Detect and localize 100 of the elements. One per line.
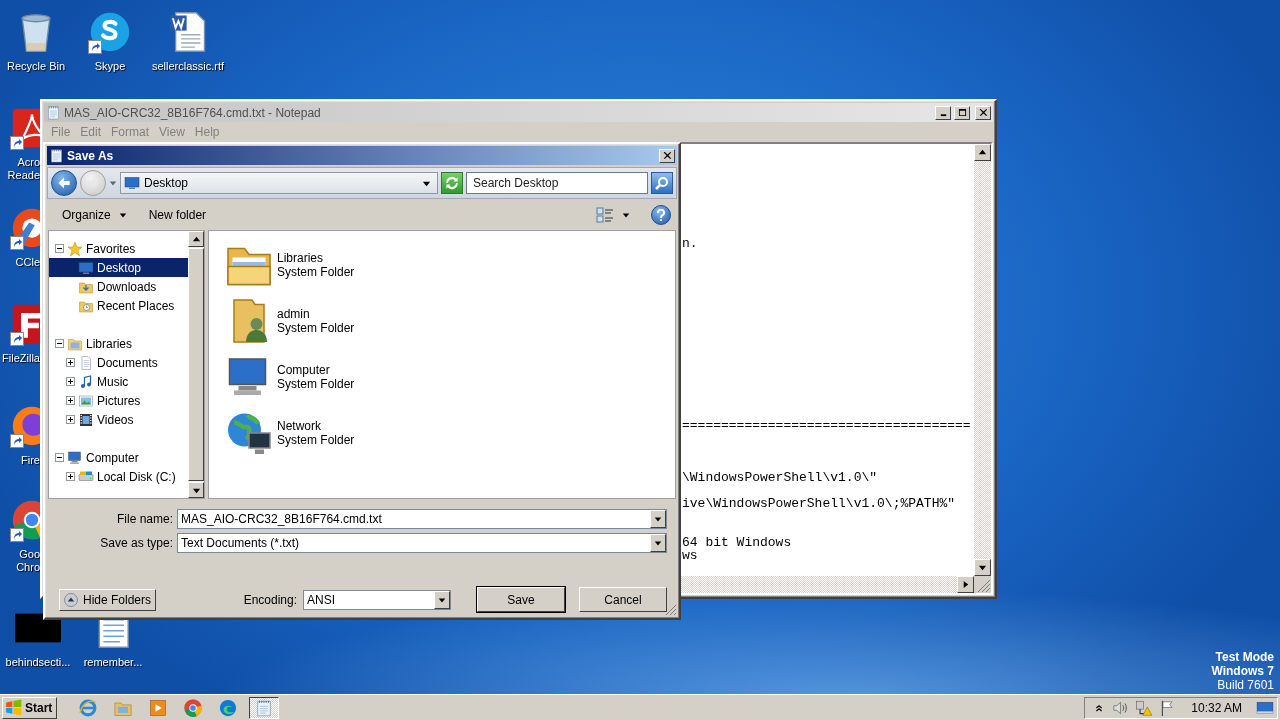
file-name-field[interactable]: MAS_AIO-CRC32_8B16F764.cmd.txt [177,509,667,529]
toolbar-button[interactable]: New folder [139,202,216,227]
film-icon [78,411,94,428]
expand-icon[interactable] [66,472,75,481]
tree-item[interactable]: Favorites [49,239,188,258]
scroll-up-button[interactable] [974,144,991,161]
tree-item[interactable]: Recent Places [49,296,188,315]
expand-icon[interactable] [66,358,75,367]
search-field[interactable]: Search Desktop [466,172,648,194]
system-notice-text: Windows 7 [1211,664,1274,678]
folder-item[interactable]: Network System Folder [225,405,485,461]
help-icon [656,208,666,221]
tree-item[interactable]: Desktop [49,258,188,277]
text-line: ws [682,549,699,562]
refresh-icon [445,176,459,190]
windows-flag-icon [5,698,23,717]
dropdown-button[interactable] [650,510,666,528]
collapse-icon[interactable] [55,339,64,348]
desktop-icon-label[interactable]: remember... [83,656,143,669]
field-label: File name: [115,512,173,526]
close-button[interactable] [659,148,675,163]
taskbar-window-button[interactable] [249,696,280,719]
toolbar-button[interactable]: Organize [53,202,136,227]
dropdown-button[interactable] [650,534,666,552]
vertical-scrollbar[interactable] [188,231,204,498]
expand-icon[interactable] [66,377,75,386]
field-label: Encoding: [243,592,297,607]
maximize-button[interactable] [954,105,970,120]
resize-grip-icon[interactable] [665,604,677,616]
desktop-icon-label[interactable]: Fire [0,454,40,467]
vertical-scrollbar[interactable] [974,144,991,576]
desktop-icon-label[interactable]: behindsecti... [5,656,71,669]
monitor-icon [78,259,94,276]
notepad-icon [46,105,61,120]
search-icon [655,176,669,190]
scroll-up-button[interactable] [188,231,204,247]
file-type-dropdown[interactable]: Text Documents (*.txt) [177,533,667,553]
desktop-icon-label[interactable]: FileZilla [0,352,40,365]
monitor-icon [124,175,140,191]
hide-folders-button[interactable]: Hide Folders [59,588,157,611]
tree-item[interactable]: Pictures [49,391,188,410]
scroll-right-button[interactable] [957,576,974,593]
text-line: n. [682,237,699,250]
address-field[interactable]: Desktop [120,172,438,194]
start-button[interactable]: Start [2,696,58,719]
star-icon [67,240,83,257]
caret-icon [654,539,662,547]
tree-item[interactable]: Videos [49,410,188,429]
folder-item[interactable]: admin System Folder [225,293,485,349]
clock[interactable]: 10:32 AM [1191,700,1242,715]
network-warning-icon[interactable] [1135,698,1154,717]
minimize-button[interactable] [935,105,951,120]
tree-item[interactable]: Computer [49,448,188,467]
system-notice-text: Test Mode [1215,650,1274,664]
system-notice-text: Build 7601 [1217,678,1274,692]
desktop-icon-label[interactable]: Recycle Bin [6,60,66,73]
field-label: Save as type: [99,536,173,550]
tree-item[interactable]: Documents [49,353,188,372]
caret-icon [654,515,662,523]
tree-item[interactable]: Music [49,372,188,391]
pictures-icon [78,392,94,409]
text-line: ive\WindowsPowerShell\v1.0\;%PATH%" [682,497,957,510]
refresh-button[interactable] [441,172,463,194]
up-arrow-icon [191,234,201,244]
resize-grip-icon[interactable] [974,576,991,593]
desktop-icon-label[interactable]: Skype [94,60,126,73]
scroll-down-button[interactable] [974,559,991,576]
folder-item[interactable]: Computer System Folder [225,349,485,405]
dropdown-button[interactable] [434,590,450,609]
expand-icon[interactable] [66,396,75,405]
desktop-icon-label[interactable]: Acro Reade [0,156,40,182]
help-button[interactable] [651,204,671,225]
documents-icon [78,354,94,371]
back-button[interactable] [51,170,77,196]
scroll-down-button[interactable] [188,482,204,498]
close-icon [662,151,672,160]
expand-icon[interactable] [66,415,75,424]
right-arrow-icon [961,580,970,589]
desktop-icon-label[interactable]: sellerclassic.rtf [151,60,225,73]
browser-e-icon [78,697,99,718]
caret-icon [438,595,446,604]
dialog-button[interactable]: Save [477,587,565,612]
dialog-button[interactable]: Cancel [579,587,667,612]
desktop-icon-label[interactable]: Goo Chro [0,548,40,574]
desktop-icon-label[interactable]: CCle [0,256,40,269]
search-button[interactable] [651,172,673,194]
maximize-icon [957,108,967,117]
left-arrow-icon [57,176,71,190]
caret-icon [622,210,630,219]
caret-icon [118,210,127,219]
folder-item[interactable]: Libraries System Folder [225,237,485,293]
text-line: 64 bit Windows [682,536,793,549]
collapse-icon[interactable] [55,244,64,253]
close-button[interactable] [975,105,991,120]
encoding-dropdown[interactable]: ANSI [303,589,451,610]
tree-item[interactable]: Libraries [49,334,188,353]
collapse-icon[interactable] [55,453,64,462]
tree-item[interactable]: Local Disk (C:) [49,467,188,486]
tree-item[interactable]: Downloads [49,277,188,296]
up-arrow-icon [978,148,987,157]
